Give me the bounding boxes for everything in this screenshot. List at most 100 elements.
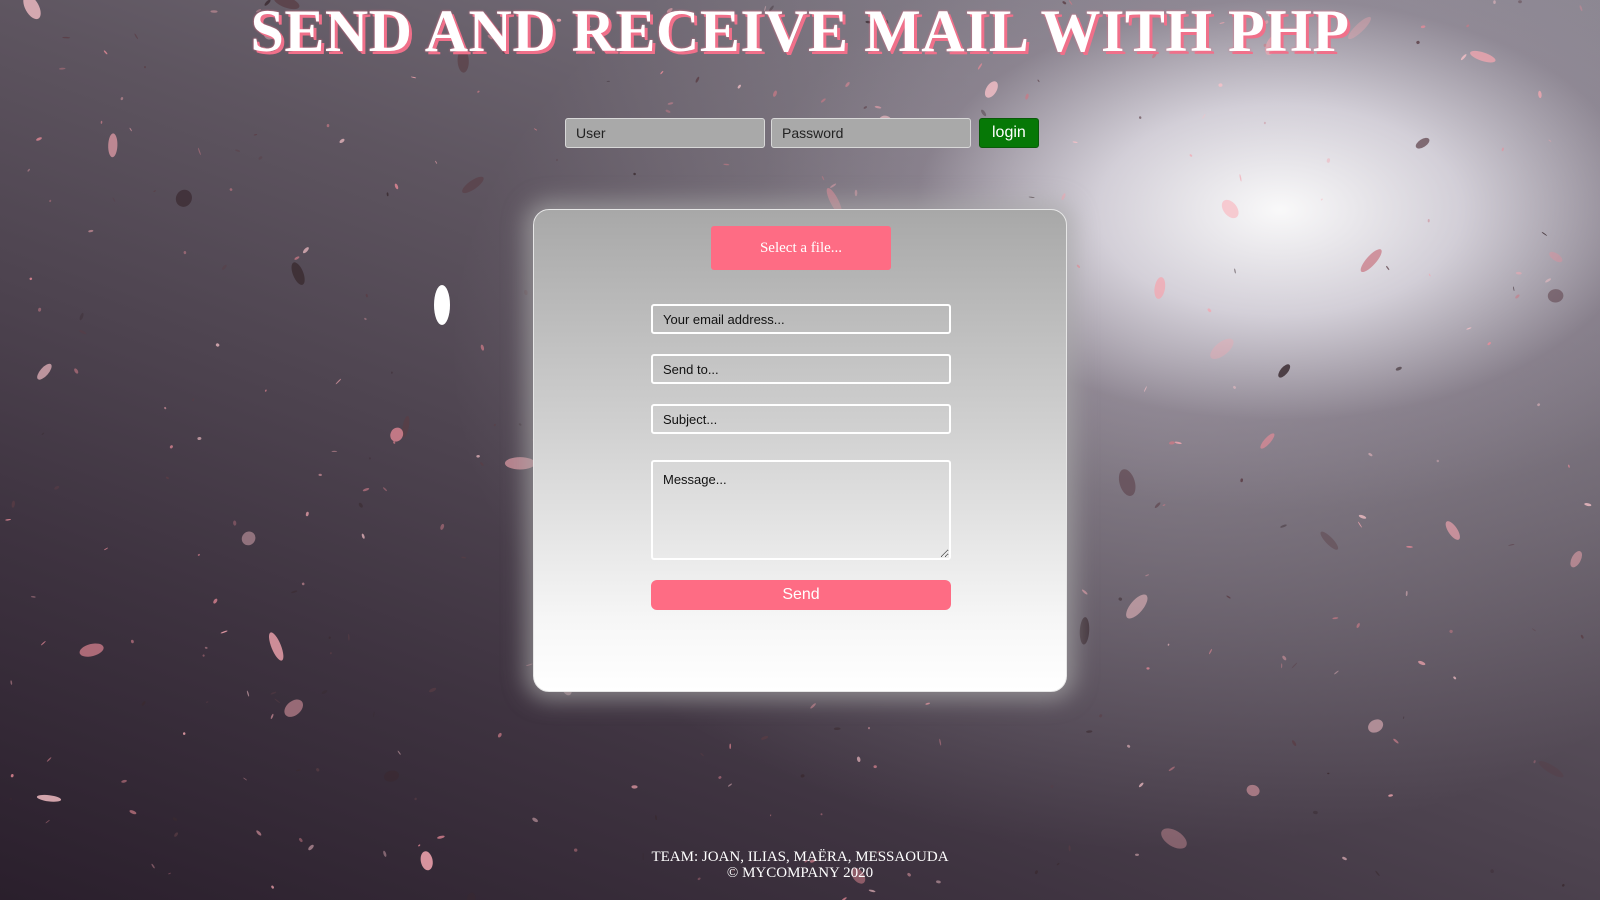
footer: TEAM: JOAN, ILIAS, MAËRA, MESSAOUDA © MY… [0,849,1600,881]
petal [153,190,156,192]
petal [1207,308,1212,313]
petal [1118,469,1136,496]
petal [270,691,277,695]
petal [437,835,445,839]
login-button[interactable]: login [979,118,1039,148]
petal [246,690,250,697]
petal [331,450,338,452]
petal [1168,766,1175,772]
petal [235,149,240,152]
petal [1037,79,1040,83]
petal [1368,719,1384,733]
petal [435,160,438,164]
petal [655,815,657,821]
petal [863,106,868,109]
footer-team: TEAM: JOAN, ILIAS, MAËRA, MESSAOUDA [651,849,949,865]
petal [1487,342,1491,346]
petal [1327,772,1330,775]
petal [192,398,195,402]
petal [1218,83,1223,87]
petal [1079,617,1090,645]
petal [1501,147,1504,152]
petal [335,378,342,385]
petal [1427,219,1430,223]
petal [856,756,861,763]
petal [1281,663,1283,669]
petal [873,765,877,769]
petal [79,329,87,335]
petal [284,699,304,717]
petal [1541,231,1548,236]
petal [204,646,208,649]
petal [820,98,826,103]
petal [329,652,332,655]
petal [88,229,94,233]
petal [526,663,533,667]
mail-form-card: Select a file... Send [533,209,1067,692]
petal [46,757,52,762]
send-to-field[interactable] [651,354,951,384]
petal [1260,433,1275,449]
petal [925,702,930,705]
password-input[interactable] [771,118,971,148]
petal [30,596,36,598]
petal [79,312,84,321]
petal [1072,141,1078,143]
petal [1368,452,1373,457]
petal [1570,551,1583,568]
petal [1580,634,1584,639]
petal [1145,574,1150,577]
petal [45,819,50,824]
petal [397,750,401,755]
petal [74,368,79,374]
email-field[interactable] [651,304,951,334]
petal [1415,137,1430,149]
petal [461,556,467,559]
send-button[interactable]: Send [651,580,951,610]
petal [368,457,371,460]
select-file-button[interactable]: Select a file... [711,226,891,270]
petal [144,66,146,69]
petal [939,738,942,746]
message-field[interactable] [651,460,951,560]
petal [414,797,417,801]
petal [1402,716,1405,720]
petal [532,817,538,823]
petal [1174,441,1182,445]
petal [291,590,298,594]
petal [321,690,328,695]
petal [800,774,805,778]
petal [1278,364,1291,378]
petal [1332,617,1339,620]
petal [868,889,876,893]
petal [183,251,187,255]
petal [820,813,823,816]
petal [1538,90,1542,99]
petal [841,897,847,900]
user-input[interactable] [565,118,765,148]
petal [729,743,732,749]
petal [305,511,309,517]
petal [533,128,538,131]
petal [365,293,368,298]
petal [1561,884,1565,887]
petal [695,76,700,83]
petal [810,703,816,709]
petal [1169,441,1175,445]
subject-field[interactable] [651,404,951,434]
petal [1545,278,1552,283]
petal [299,837,303,843]
petal [383,770,400,782]
petal [1282,655,1287,661]
petal [130,639,134,644]
petal [348,633,350,641]
petal [1246,784,1260,797]
petal [296,769,302,772]
page-title: SEND AND RECEIVE MAIL WITH PHP [250,0,1350,64]
petal [631,785,638,789]
petal [241,531,256,546]
petal [213,598,218,604]
petal [466,892,476,900]
petal [318,473,322,477]
petal [1138,782,1144,788]
